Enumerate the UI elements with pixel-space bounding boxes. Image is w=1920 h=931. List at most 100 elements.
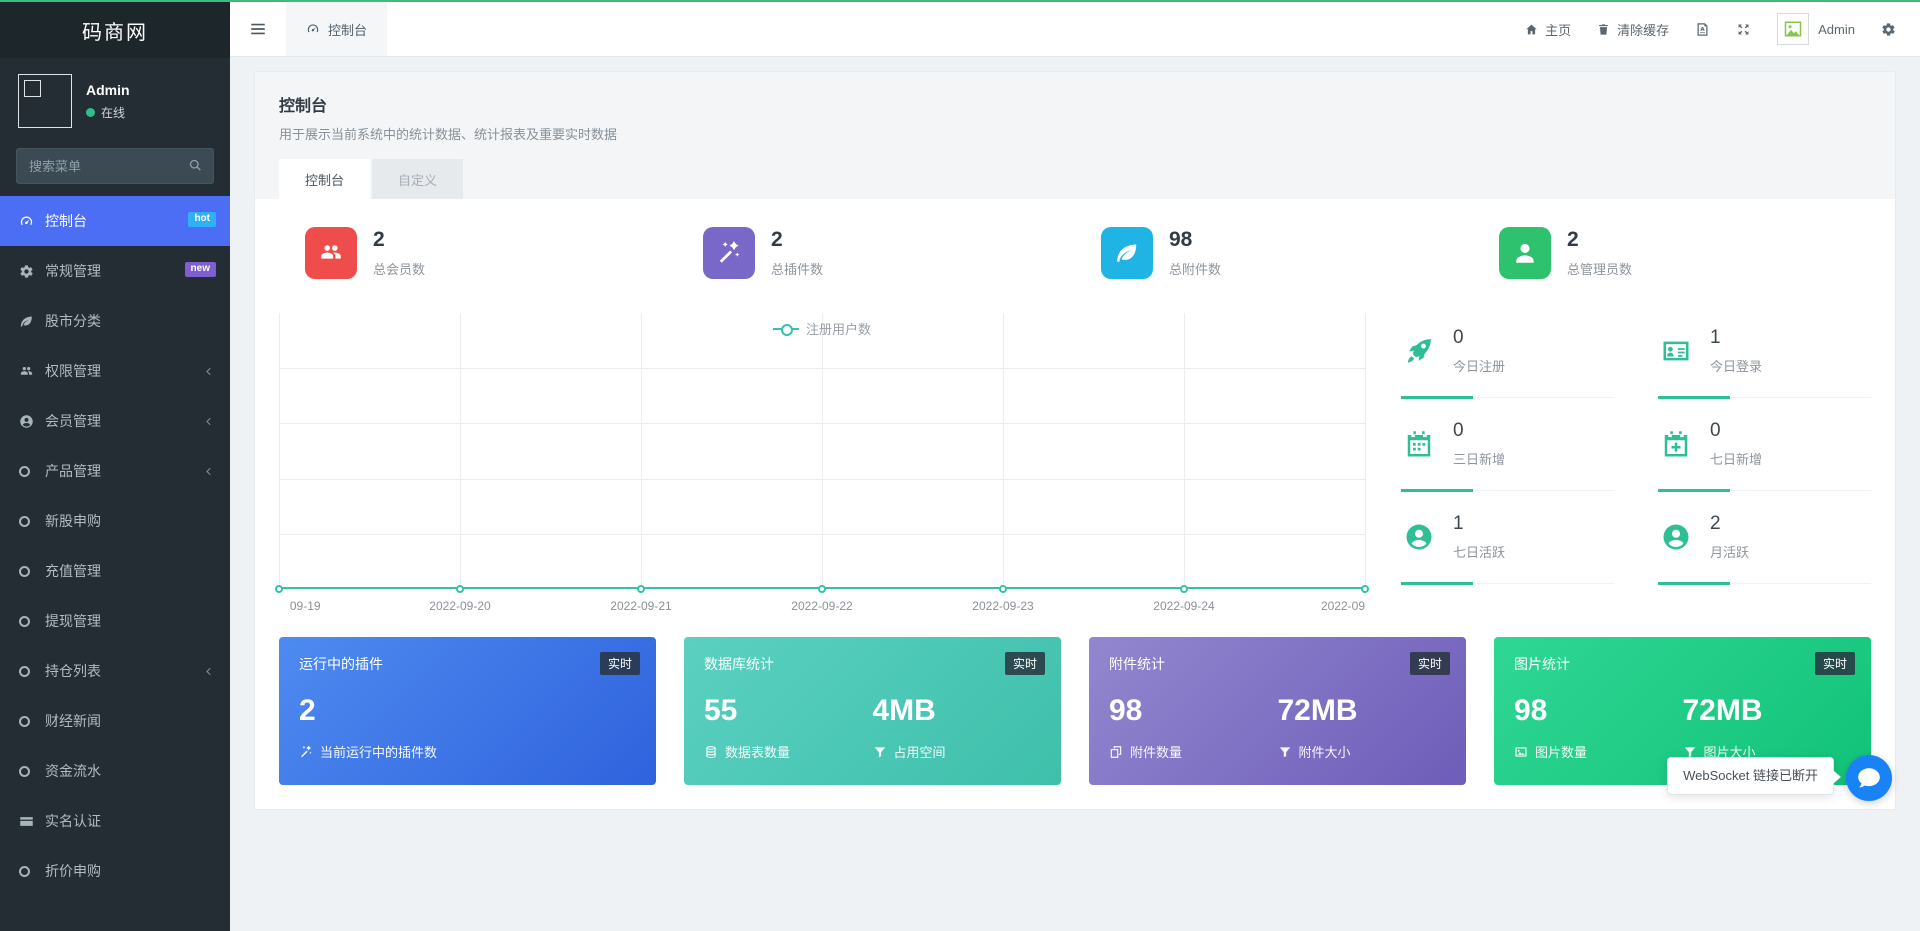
chat-button[interactable] bbox=[1846, 755, 1892, 801]
fullscreen-icon[interactable] bbox=[1736, 22, 1751, 37]
card-value: 98 bbox=[1514, 694, 1548, 727]
card-value: 72MB bbox=[1277, 694, 1358, 727]
search-input[interactable] bbox=[16, 148, 214, 184]
realtime-badge: 实时 bbox=[1004, 652, 1045, 675]
database-icon bbox=[704, 745, 718, 759]
stat-total-admins: 2 总管理员数 bbox=[1473, 227, 1871, 279]
sidebar-item-positions[interactable]: 持仓列表 bbox=[0, 646, 230, 696]
stat-value: 2 bbox=[771, 228, 783, 251]
sidebar: 码商网 Admin 在线 控制台 hot 常规管理 new 股市分类 bbox=[0, 2, 230, 931]
quick-stat-month-active: 2 月活跃 bbox=[1658, 499, 1871, 585]
card-metric-label: 数据表数量 bbox=[725, 745, 791, 760]
top-accent-bar bbox=[0, 0, 1920, 2]
stat-label: 总会员数 bbox=[373, 262, 426, 277]
chart-point[interactable] bbox=[1361, 585, 1369, 593]
sidebar-item-ipo[interactable]: 新股申购 bbox=[0, 496, 230, 546]
stat-total-attachments: 98 总附件数 bbox=[1075, 227, 1473, 279]
card-value: 4MB bbox=[872, 694, 936, 727]
card-title: 图片统计 bbox=[1514, 656, 1570, 672]
sidebar-item-recharge[interactable]: 充值管理 bbox=[0, 546, 230, 596]
chart-point[interactable] bbox=[637, 585, 645, 593]
sidebar-item-finance-news[interactable]: 财经新闻 bbox=[0, 696, 230, 746]
quick-stat-label: 七日活跃 bbox=[1453, 545, 1506, 560]
circle-icon bbox=[19, 565, 45, 577]
sidebar-item-permission[interactable]: 权限管理 bbox=[0, 346, 230, 396]
chart-point[interactable] bbox=[456, 585, 464, 593]
filter-icon bbox=[873, 745, 887, 759]
chart-legend[interactable]: 注册用户数 bbox=[279, 319, 1365, 338]
user-circle-icon bbox=[1401, 522, 1437, 552]
card-value: 2 bbox=[299, 694, 316, 727]
sidebar-item-label: 实名认证 bbox=[45, 813, 101, 829]
sidebar-item-general[interactable]: 常规管理 new bbox=[0, 246, 230, 296]
sidebar-item-realname[interactable]: 实名认证 bbox=[0, 796, 230, 846]
sidebar-item-label: 资金流水 bbox=[45, 763, 101, 779]
chart-point[interactable] bbox=[1180, 585, 1188, 593]
sidebar-item-discount[interactable]: 折价申购 bbox=[0, 846, 230, 896]
chart-point[interactable] bbox=[818, 585, 826, 593]
circle-icon bbox=[19, 665, 45, 677]
credit-card-icon bbox=[19, 814, 45, 829]
online-dot-icon bbox=[86, 107, 95, 117]
image-icon bbox=[1514, 745, 1528, 759]
language-icon[interactable] bbox=[1695, 22, 1710, 37]
menu-toggle-button[interactable] bbox=[230, 2, 286, 56]
sidebar-item-stock-category[interactable]: 股市分类 bbox=[0, 296, 230, 346]
x-axis-label: 2022-09-20 bbox=[429, 599, 491, 613]
user-icon bbox=[1499, 227, 1551, 279]
legend-marker-icon bbox=[772, 323, 799, 336]
tab-console[interactable]: 控制台 bbox=[279, 159, 371, 199]
stat-value: 98 bbox=[1169, 228, 1193, 251]
gridline bbox=[822, 313, 823, 589]
x-axis-label: 2022-09-24 bbox=[1153, 599, 1215, 613]
stat-total-plugins: 2 总插件数 bbox=[677, 227, 1075, 279]
gridline bbox=[279, 313, 280, 589]
quick-stat-7day-active: 1 七日活跃 bbox=[1401, 499, 1614, 585]
gridline bbox=[460, 313, 461, 589]
quick-stat-label: 三日新增 bbox=[1453, 452, 1506, 467]
realtime-badge: 实时 bbox=[599, 652, 640, 675]
search-icon bbox=[188, 158, 203, 173]
chart-point[interactable] bbox=[999, 585, 1007, 593]
gear-icon[interactable] bbox=[1881, 22, 1896, 37]
sidebar-item-fund-flow[interactable]: 资金流水 bbox=[0, 746, 230, 796]
chevron-left-icon bbox=[203, 666, 214, 677]
quick-stat-label: 今日注册 bbox=[1453, 359, 1506, 374]
user-status: 在线 bbox=[86, 104, 130, 121]
sidebar-item-label: 常规管理 bbox=[45, 263, 101, 279]
sidebar-item-member[interactable]: 会员管理 bbox=[0, 396, 230, 446]
gridline bbox=[1003, 313, 1004, 589]
sidebar-item-label: 折价申购 bbox=[45, 863, 101, 879]
main-content: 控制台 用于展示当前系统中的统计数据、统计报表及重要实时数据 控制台 自定义 2… bbox=[230, 57, 1920, 931]
sidebar-item-console[interactable]: 控制台 hot bbox=[0, 196, 230, 246]
home-icon bbox=[1525, 23, 1538, 36]
sidebar-item-withdraw[interactable]: 提现管理 bbox=[0, 596, 230, 646]
stat-label: 总插件数 bbox=[771, 262, 824, 277]
quick-stat-value: 1 bbox=[1453, 513, 1464, 534]
clear-cache-link[interactable]: 清除缓存 bbox=[1597, 20, 1669, 39]
card-value: 55 bbox=[704, 694, 738, 727]
circle-icon bbox=[19, 615, 45, 627]
quick-stat-today-register: 0 今日注册 bbox=[1401, 313, 1614, 399]
rocket-icon bbox=[1401, 336, 1437, 366]
user-menu[interactable]: Admin bbox=[1777, 13, 1855, 45]
tab-custom[interactable]: 自定义 bbox=[372, 159, 464, 199]
copy-icon bbox=[1109, 745, 1123, 759]
realtime-badge: 实时 bbox=[1409, 652, 1450, 675]
chevron-left-icon bbox=[203, 416, 214, 427]
quick-stat-value: 2 bbox=[1710, 513, 1721, 534]
cogs-icon bbox=[19, 264, 45, 279]
home-link[interactable]: 主页 bbox=[1525, 20, 1571, 39]
sidebar-item-label: 权限管理 bbox=[45, 363, 101, 379]
card-title: 数据库统计 bbox=[704, 656, 774, 672]
sidebar-item-label: 财经新闻 bbox=[45, 713, 101, 729]
x-axis-label: 2022-09-23 bbox=[972, 599, 1034, 613]
quick-stat-7day-new: 0 七日新增 bbox=[1658, 406, 1871, 492]
legend-label: 注册用户数 bbox=[805, 322, 871, 337]
page-subtitle: 用于展示当前系统中的统计数据、统计报表及重要实时数据 bbox=[279, 127, 618, 142]
card-value: 72MB bbox=[1682, 694, 1763, 727]
chart-point[interactable] bbox=[275, 585, 283, 593]
hot-badge: hot bbox=[188, 212, 216, 227]
tab-console[interactable]: 控制台 bbox=[286, 2, 388, 56]
sidebar-item-product[interactable]: 产品管理 bbox=[0, 446, 230, 496]
